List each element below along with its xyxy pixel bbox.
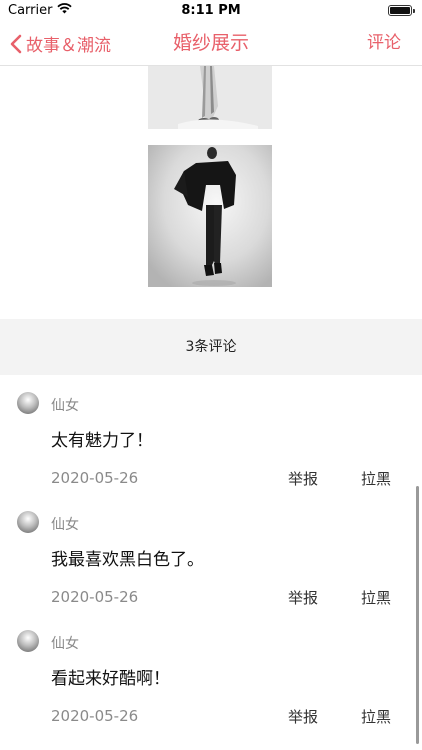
battery-icon <box>388 5 415 16</box>
comment-text: 看起来好酷啊！ <box>51 669 170 689</box>
block-button[interactable]: 拉黑 <box>361 587 391 608</box>
scrollbar[interactable] <box>416 486 419 744</box>
comments-button[interactable]: 评论 <box>367 22 401 65</box>
report-button[interactable]: 举报 <box>288 587 318 608</box>
report-button[interactable]: 举报 <box>288 468 318 489</box>
avatar[interactable] <box>17 630 39 652</box>
comment-date: 2020-05-26 <box>51 588 139 606</box>
wedding-photo-1[interactable] <box>148 66 272 129</box>
report-button[interactable]: 举报 <box>288 706 318 727</box>
wedding-photo-2[interactable] <box>148 145 272 287</box>
comment-username: 仙女 <box>51 517 79 533</box>
page-title: 婚纱展示 <box>172 32 249 54</box>
comment-item: 仙女 我最喜欢黑白色了。 2020-05-26 举报 拉黑 <box>0 511 410 630</box>
comment-text: 我最喜欢黑白色了。 <box>51 550 204 570</box>
status-time: 8:11 PM <box>181 3 241 18</box>
avatar[interactable] <box>17 392 39 414</box>
comment-item: 仙女 看起来好酷啊！ 2020-05-26 举报 拉黑 <box>0 630 410 749</box>
comment-text: 太有魅力了！ <box>51 431 153 451</box>
comment-date: 2020-05-26 <box>51 469 139 487</box>
comment-count: 3条评论 <box>185 339 237 355</box>
block-button[interactable]: 拉黑 <box>361 706 391 727</box>
block-button[interactable]: 拉黑 <box>361 468 391 489</box>
comment-username: 仙女 <box>51 636 79 652</box>
navigation-bar: 故事＆潮流 婚纱展示 评论 <box>0 22 422 66</box>
status-bar: Carrier 8:11 PM <box>0 0 422 22</box>
comment-item: 仙女 太有魅力了！ 2020-05-26 举报 拉黑 <box>0 392 410 511</box>
comment-username: 仙女 <box>51 398 79 414</box>
avatar[interactable] <box>17 511 39 533</box>
comment-date: 2020-05-26 <box>51 707 139 725</box>
comment-count-bar: 3条评论 <box>0 319 422 375</box>
